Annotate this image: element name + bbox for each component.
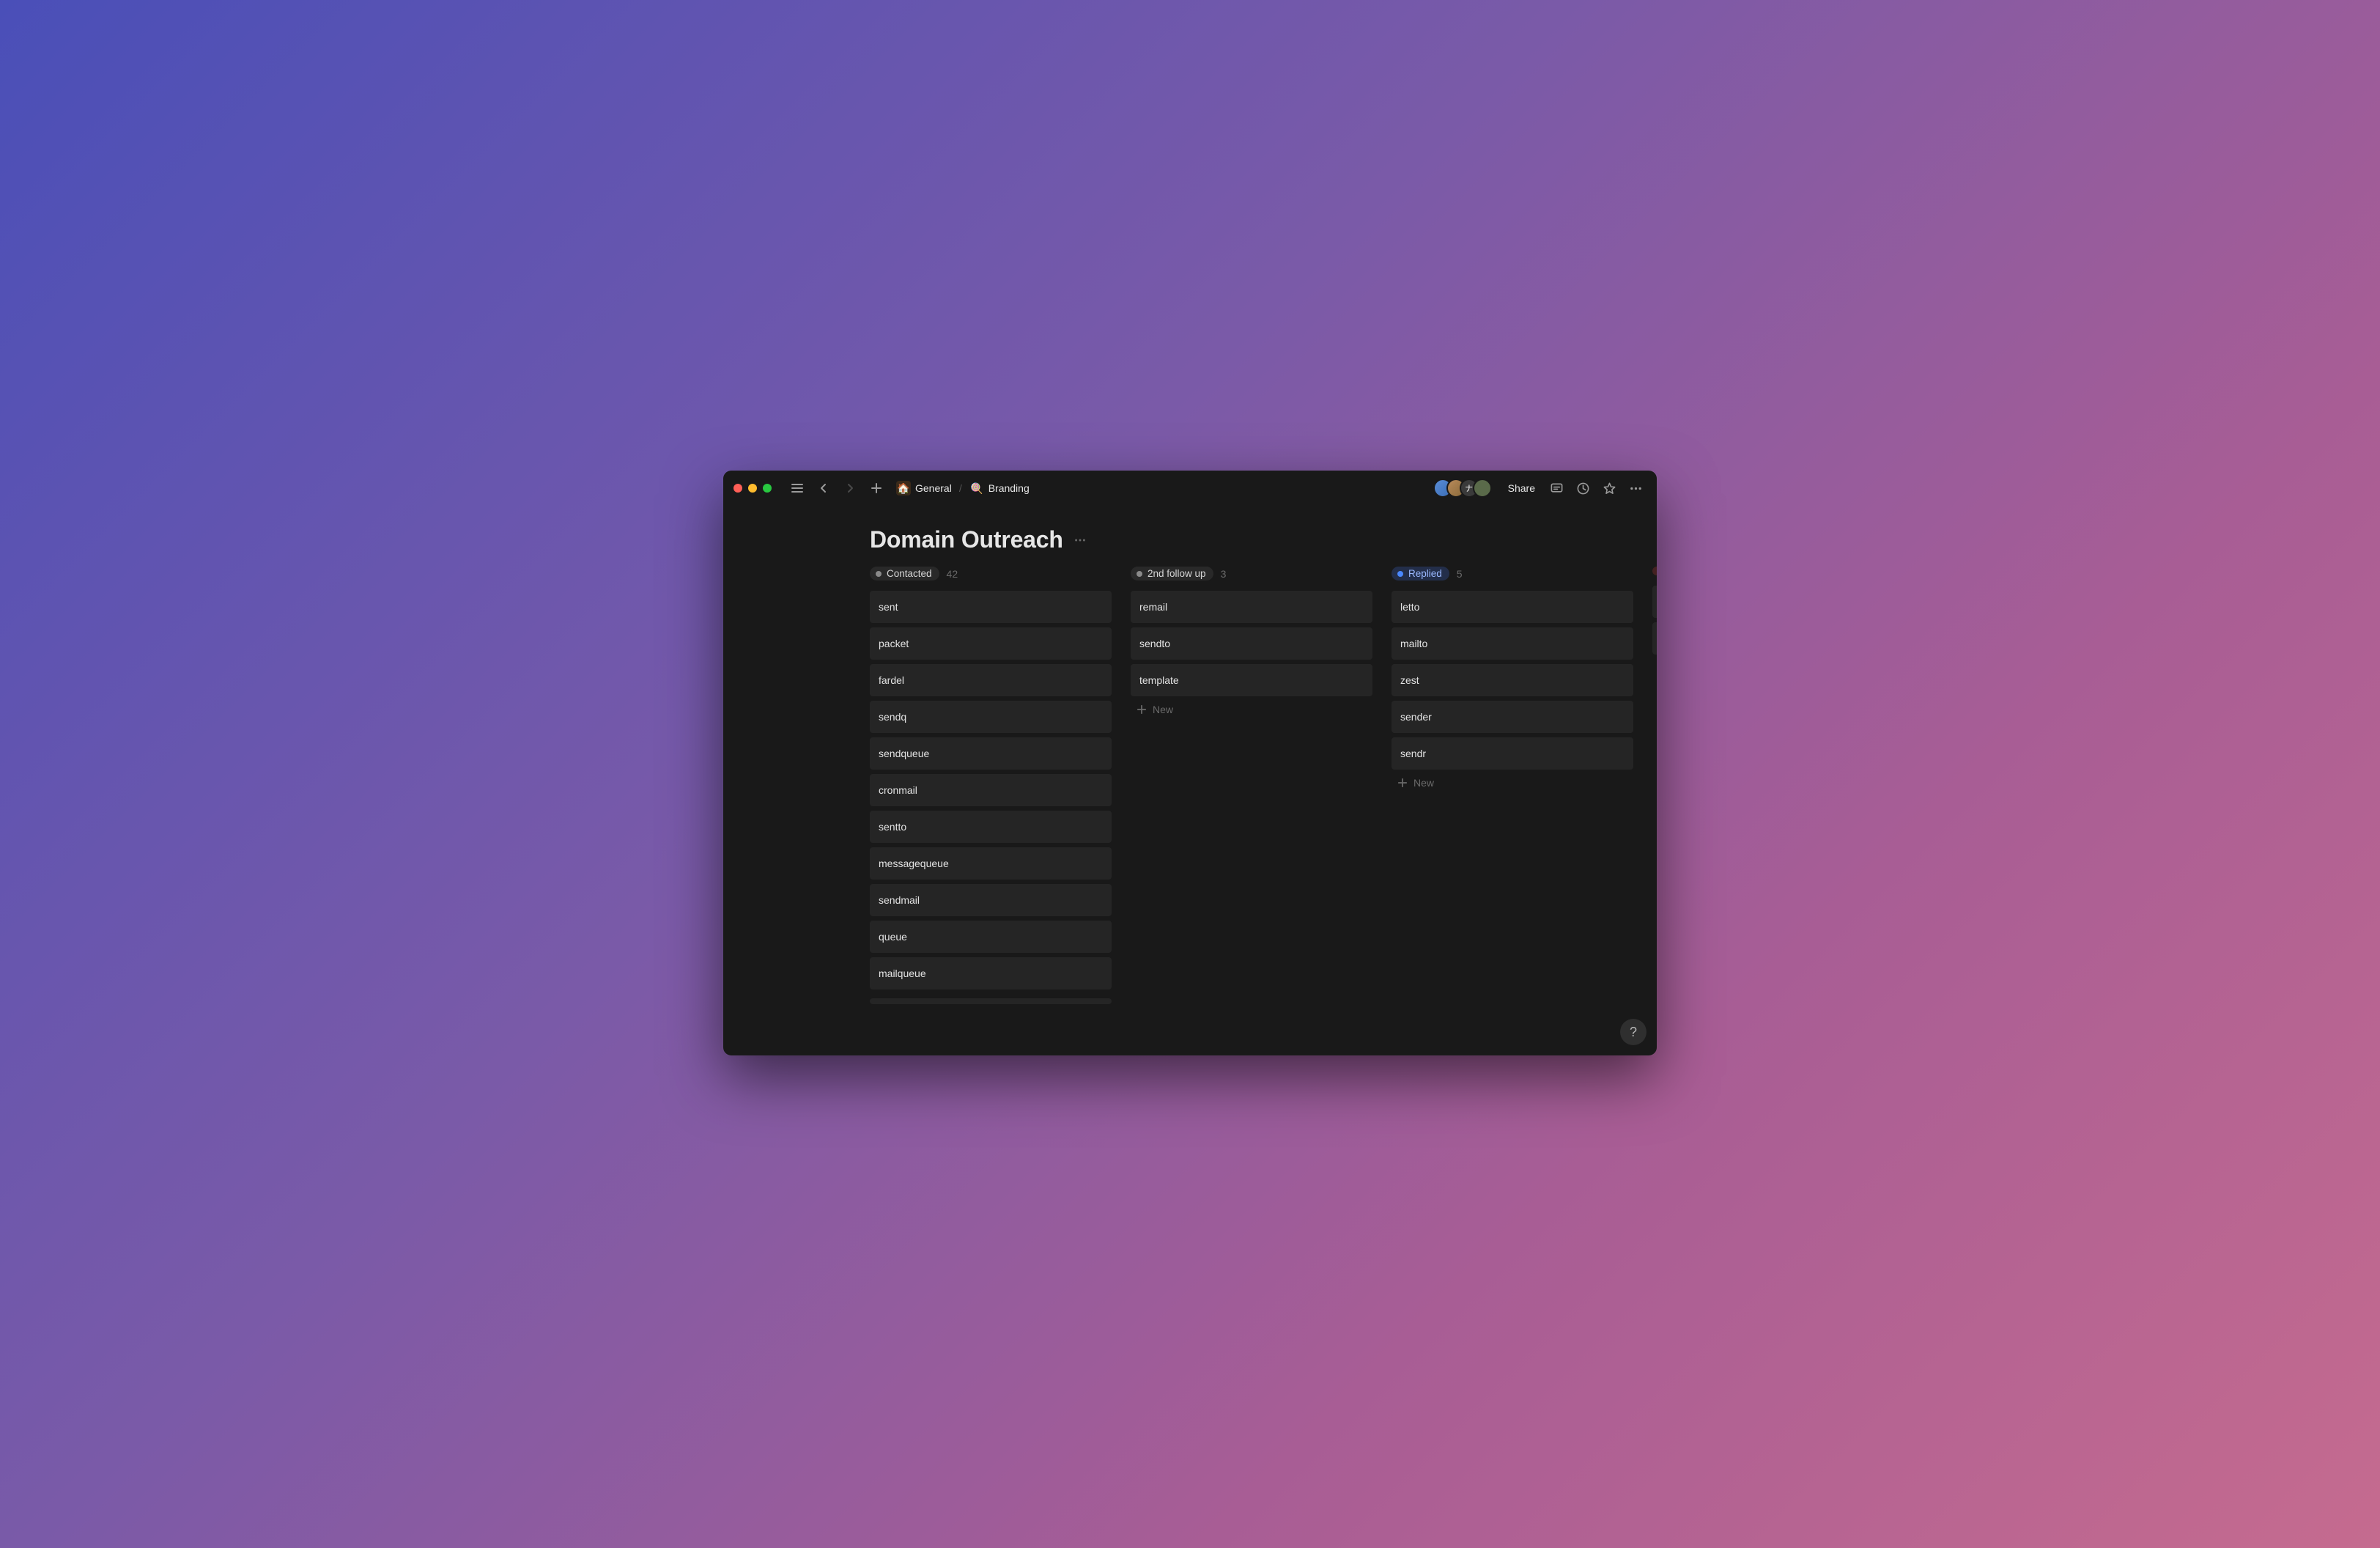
board-column: 2nd follow up 3 remail sendto template New xyxy=(1131,567,1372,1055)
help-button[interactable]: ? xyxy=(1620,1019,1647,1045)
board-card[interactable]: mailqueue xyxy=(870,957,1112,989)
column-header: Replied 5 xyxy=(1392,567,1633,580)
board-card[interactable]: packet xyxy=(870,627,1112,660)
breadcrumb-separator: / xyxy=(958,482,963,494)
collaborator-avatars[interactable]: ナ xyxy=(1433,479,1492,498)
window-controls[interactable] xyxy=(733,484,772,493)
card-list: sent packet fardel sendq sendqueue cronmail se… xyxy=(870,591,1112,1004)
card-list: rg xyxy=(1652,586,1657,655)
status-dot-icon xyxy=(876,571,882,577)
new-card-label: New xyxy=(1153,704,1173,715)
breadcrumb: 🏠 General / 🍭 Branding xyxy=(892,479,1034,498)
new-card-button[interactable]: New xyxy=(1131,696,1372,723)
comments-icon[interactable] xyxy=(1545,477,1567,499)
avatar[interactable] xyxy=(1473,479,1492,498)
status-label: Contacted xyxy=(887,568,932,579)
board-column: Contacted 42 sent packet fardel sendq sendqueu… xyxy=(870,567,1112,1055)
board-card[interactable]: sendqueue xyxy=(870,737,1112,770)
branding-icon: 🍭 xyxy=(969,481,984,495)
share-button[interactable]: Share xyxy=(1502,479,1541,497)
column-header xyxy=(1652,567,1657,575)
breadcrumb-root[interactable]: 🏠 General xyxy=(892,479,956,498)
board-card[interactable]: template xyxy=(1131,664,1372,696)
status-pill[interactable] xyxy=(1652,567,1657,575)
column-count: 3 xyxy=(1221,568,1227,580)
board-card[interactable]: mailto xyxy=(1392,627,1633,660)
board-card[interactable]: cronmail xyxy=(870,774,1112,806)
board-card[interactable]: sender xyxy=(1392,701,1633,733)
card-list: remail sendto template xyxy=(1131,591,1372,696)
board-card[interactable]: sendmail xyxy=(870,884,1112,916)
status-dot-icon xyxy=(1137,571,1142,577)
new-page-icon[interactable] xyxy=(865,477,887,499)
column-header: 2nd follow up 3 xyxy=(1131,567,1372,580)
column-header: Contacted 42 xyxy=(870,567,1112,580)
board-card[interactable]: zest xyxy=(1392,664,1633,696)
close-window[interactable] xyxy=(733,484,742,493)
page-title[interactable]: Domain Outreach xyxy=(870,526,1063,553)
status-pill[interactable]: Contacted xyxy=(870,567,939,580)
status-pill[interactable]: 2nd follow up xyxy=(1131,567,1213,580)
more-menu-icon[interactable] xyxy=(1625,477,1647,499)
board-card[interactable]: sendto xyxy=(1131,627,1372,660)
new-card-button[interactable]: New xyxy=(1392,770,1633,796)
board-card[interactable]: r xyxy=(1652,586,1657,618)
hamburger-menu-icon[interactable] xyxy=(786,477,808,499)
board-column: Replied 5 letto mailto zest sender sendr New xyxy=(1392,567,1633,1055)
kanban-board: Contacted 42 sent packet fardel sendq sendqueu… xyxy=(867,567,1657,1055)
board-card[interactable]: g xyxy=(1652,622,1657,655)
title-more-icon[interactable] xyxy=(1071,531,1090,550)
status-label: Replied xyxy=(1408,568,1442,579)
board-card-cutoff xyxy=(870,998,1112,1004)
card-list: letto mailto zest sender sendr xyxy=(1392,591,1633,770)
board-card[interactable]: sendq xyxy=(870,701,1112,733)
maximize-window[interactable] xyxy=(763,484,772,493)
board-card[interactable]: letto xyxy=(1392,591,1633,623)
breadcrumb-page[interactable]: 🍭 Branding xyxy=(965,479,1034,498)
column-count: 5 xyxy=(1457,568,1463,580)
board-card[interactable]: sent xyxy=(870,591,1112,623)
board-card[interactable]: queue xyxy=(870,921,1112,953)
favorite-icon[interactable] xyxy=(1598,477,1620,499)
breadcrumb-page-label: Branding xyxy=(988,482,1030,494)
status-label: 2nd follow up xyxy=(1148,568,1206,579)
updates-icon[interactable] xyxy=(1572,477,1594,499)
status-dot-icon xyxy=(1397,571,1403,577)
board-card[interactable]: sentto xyxy=(870,811,1112,843)
nav-forward-icon xyxy=(839,477,861,499)
minimize-window[interactable] xyxy=(748,484,757,493)
nav-back-icon[interactable] xyxy=(813,477,835,499)
board-card[interactable]: fardel xyxy=(870,664,1112,696)
status-pill[interactable]: Replied xyxy=(1392,567,1449,580)
breadcrumb-root-label: General xyxy=(915,482,952,494)
board-card[interactable]: remail xyxy=(1131,591,1372,623)
home-icon: 🏠 xyxy=(896,481,911,495)
new-card-label: New xyxy=(1413,777,1434,789)
board-card[interactable]: sendr xyxy=(1392,737,1633,770)
board-card[interactable]: messagequeue xyxy=(870,847,1112,880)
column-count: 42 xyxy=(947,568,958,580)
board-column: rg xyxy=(1652,567,1657,1055)
